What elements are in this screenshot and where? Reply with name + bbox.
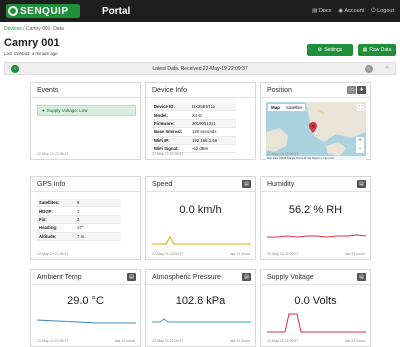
fullscreen-icon[interactable]: ⛶ bbox=[357, 104, 364, 111]
table-row: Fix: 2 bbox=[37, 215, 121, 225]
chart-toggle-icon[interactable]: ▤ bbox=[242, 180, 251, 188]
location-pin-icon[interactable] bbox=[309, 122, 317, 133]
events-card: Events ● Supply Voltage: Low 22-May-19 22… bbox=[30, 82, 141, 160]
position-card: Position ▭ ✚ Map Satellite ⛶ + − Map dat… bbox=[260, 82, 371, 160]
ambient-temp-title: Ambient Temp bbox=[37, 273, 82, 281]
position-timestamp: 22-May-19 22:09:37 bbox=[267, 152, 299, 156]
speed-range: last 24 hours bbox=[229, 252, 250, 256]
gps-info-card: GPS Info Satellites: 9 HDOP: 1 Fix: 2 Headi… bbox=[30, 176, 141, 260]
logo-text: SENQUIP bbox=[20, 5, 69, 17]
pressure-range: last 24 hours bbox=[229, 339, 250, 343]
ambient-temp-sparkline bbox=[37, 319, 136, 324]
check-circle-icon: ● bbox=[42, 108, 45, 113]
speed-value: 0.0 km/h bbox=[179, 204, 222, 216]
events-title: Events bbox=[37, 86, 59, 94]
latest-data-bar: ‹ Latest Data. Received 22-May-19 22:09:… bbox=[4, 62, 396, 75]
device-info-title: Device Info bbox=[152, 86, 188, 94]
device-info-timestamp: 22-May-19 22:09:37 bbox=[152, 152, 184, 156]
table-row: Satellites: 9 bbox=[37, 199, 121, 208]
humidity-timestamp: 22-May-19 22:09:37 bbox=[267, 252, 299, 256]
supply-voltage-card: Supply Voltage ▤ 0.0 Volts 22-May-19 22:… bbox=[260, 269, 371, 347]
page-title: Camry 001 bbox=[4, 37, 60, 49]
table-icon: ▦ bbox=[362, 47, 368, 53]
humidity-sparkline bbox=[267, 234, 366, 238]
pressure-card: Atmospheric Pressure ▤ 102.8 kPa 22-May-… bbox=[145, 269, 256, 347]
table-row: Firmware: 2019051311 bbox=[152, 119, 236, 129]
supply-voltage-sparkline bbox=[267, 313, 366, 333]
events-timestamp: 22-May-19 22:09:37 bbox=[37, 152, 69, 156]
raw-data-button[interactable]: ▦ Raw Data bbox=[358, 44, 396, 56]
pressure-value: 102.8 kPa bbox=[175, 295, 226, 307]
device-info-card: Device Info Device ID: DX25E5T11 Model: X1… bbox=[145, 82, 256, 160]
chart-toggle-icon[interactable]: ▤ bbox=[127, 273, 136, 281]
zoom-out-icon[interactable]: − bbox=[358, 145, 362, 153]
table-row: Base Interval: 120 seconds bbox=[152, 127, 236, 137]
table-row: Device ID: DX25E5T11 bbox=[152, 103, 236, 112]
humidity-range: last 24 hours bbox=[344, 252, 365, 256]
humidity-title: Humidity bbox=[267, 180, 295, 188]
breadcrumb-current: Camry 001: Data bbox=[25, 26, 64, 32]
position-title: Position bbox=[267, 86, 292, 94]
nav-docs[interactable]: ▤ Docs bbox=[312, 8, 331, 15]
table-row: Altitude: 7 m bbox=[37, 232, 121, 241]
humidity-card: Humidity ▤ 56.2 % RH 22-May-19 22:09:37 … bbox=[260, 176, 371, 260]
map-zoom-controls: + − bbox=[356, 137, 364, 153]
breadcrumb-devices[interactable]: Devices bbox=[4, 26, 22, 32]
speed-title: Speed bbox=[152, 180, 173, 188]
device-info-table: Device ID: DX25E5T11 Model: X1-G Firmware:… bbox=[152, 103, 236, 154]
gps-timestamp: 22-May-19 22:09:37 bbox=[37, 252, 69, 256]
chart-toggle-icon[interactable]: ▤ bbox=[357, 180, 366, 188]
humidity-value: 56.2 % RH bbox=[288, 204, 343, 216]
satellite-tab[interactable]: Satellite bbox=[283, 104, 305, 111]
settings-button[interactable]: ⚙ Settings bbox=[307, 44, 353, 56]
zoom-in-icon[interactable]: + bbox=[358, 137, 362, 145]
map-type-tabs: Map Satellite bbox=[268, 104, 306, 111]
top-bar: SENQUIP Portal ▤ Docs ◉ Account ⏻ Logout bbox=[0, 0, 400, 22]
speed-sparkline bbox=[152, 235, 251, 245]
gps-info-title: GPS Info bbox=[37, 180, 66, 188]
map-tab[interactable]: Map bbox=[268, 104, 283, 111]
skip-last-icon[interactable]: » bbox=[386, 65, 389, 71]
pressure-sparkline bbox=[152, 318, 251, 323]
table-row: Heading: 17° bbox=[37, 223, 121, 233]
previous-icon[interactable]: ‹ bbox=[11, 65, 19, 73]
supply-voltage-timestamp: 22-May-19 22:09:37 bbox=[267, 339, 299, 343]
chart-toggle-icon[interactable]: ▤ bbox=[357, 273, 366, 281]
pressure-title: Atmospheric Pressure bbox=[152, 273, 221, 281]
ambient-temp-card: Ambient Temp ▤ 29.0 °C 22-May-19 22:09:3… bbox=[30, 269, 141, 347]
logo-mark-icon bbox=[8, 6, 18, 16]
ambient-temp-timestamp: 22-May-19 22:09:37 bbox=[37, 339, 69, 343]
last-contact: Last Contact: a minute ago bbox=[4, 51, 58, 56]
map-layers-icon[interactable]: ▭ bbox=[347, 86, 356, 94]
gear-icon: ⚙ bbox=[317, 47, 323, 53]
ambient-temp-range: last 24 hours bbox=[114, 339, 135, 343]
supply-voltage-title: Supply Voltage bbox=[267, 273, 314, 281]
ambient-temp-value: 29.0 °C bbox=[67, 295, 104, 307]
next-icon[interactable]: › bbox=[365, 65, 373, 73]
table-row: WiFi IP: 192.168.1.66 bbox=[152, 136, 236, 145]
table-row: HDOP: 1 bbox=[37, 206, 121, 216]
map-attribution: Map data ©2019 Google Terms of Use Repor… bbox=[266, 156, 366, 160]
pressure-timestamp: 22-May-19 22:09:37 bbox=[152, 339, 184, 343]
top-nav: ▤ Docs ◉ Account ⏻ Logout bbox=[312, 8, 394, 15]
speed-card: Speed ▤ 0.0 km/h 22-May-19 22:09:37 last… bbox=[145, 176, 256, 260]
supply-voltage-value: 0.0 Volts bbox=[294, 295, 337, 307]
chart-toggle-icon[interactable]: ▤ bbox=[242, 273, 251, 281]
supply-voltage-range: last 24 hours bbox=[344, 339, 365, 343]
map-expand-icon[interactable]: ✚ bbox=[357, 86, 366, 94]
table-row: Model: X1-G bbox=[152, 110, 236, 120]
app-title: Portal bbox=[102, 5, 131, 17]
senquip-logo[interactable]: SENQUIP bbox=[6, 4, 80, 18]
event-item[interactable]: ● Supply Voltage: Low bbox=[37, 105, 136, 116]
gps-info-table: Satellites: 9 HDOP: 1 Fix: 2 Heading: 17° Al… bbox=[37, 199, 121, 241]
speed-timestamp: 22-May-19 22:09:37 bbox=[152, 252, 184, 256]
nav-account[interactable]: ◉ Account bbox=[338, 8, 364, 15]
latest-data-text: Latest Data. Received 22-May-19 22:09:37 bbox=[152, 65, 248, 72]
nav-logout[interactable]: ⏻ Logout bbox=[371, 8, 394, 15]
breadcrumb: Devices / Camry 001: Data bbox=[4, 26, 64, 32]
